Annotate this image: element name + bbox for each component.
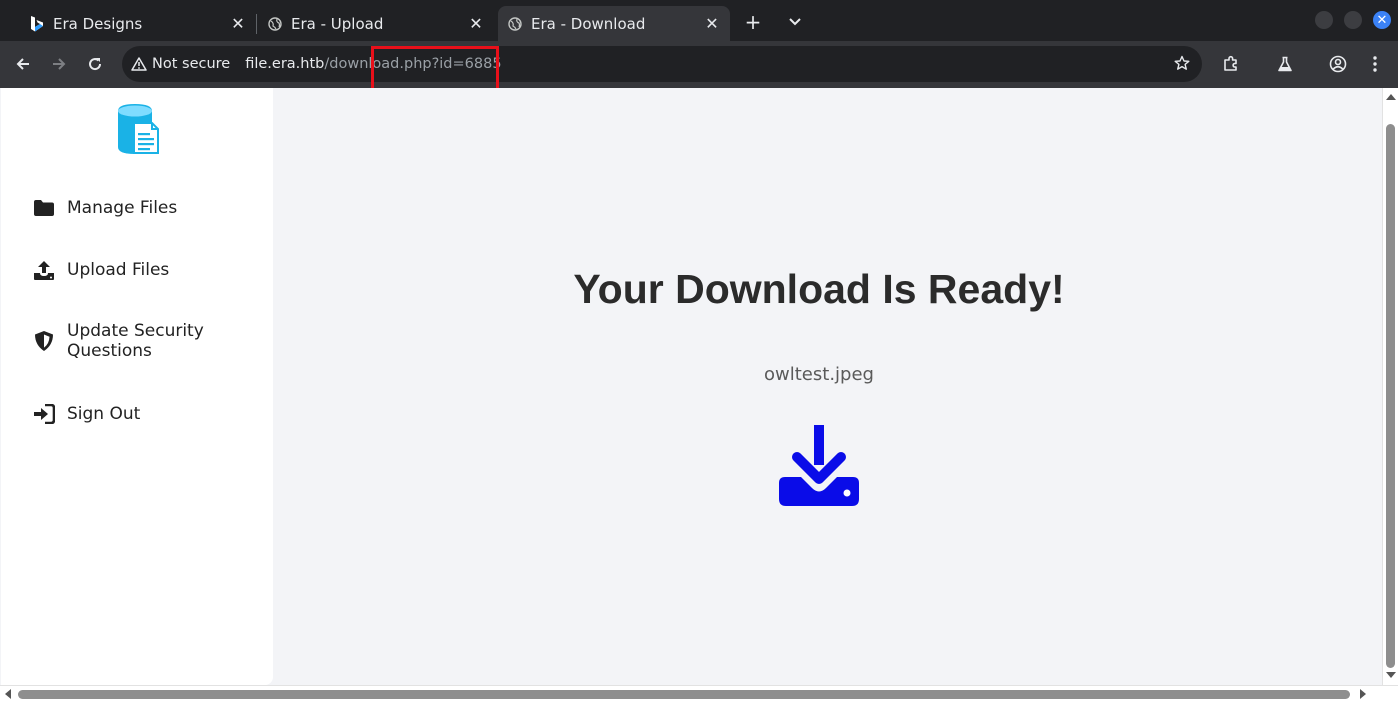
sidebar-item-label: Sign Out: [67, 404, 141, 424]
forward-button[interactable]: [45, 50, 73, 78]
reload-icon: [89, 58, 102, 71]
new-tab-button[interactable]: +: [739, 8, 767, 36]
sidebar-item-label: Upload Files: [67, 260, 170, 280]
extensions-button[interactable]: [1217, 50, 1245, 78]
tab-era-upload[interactable]: Era - Upload ✕: [246, 6, 494, 41]
warning-icon: [131, 57, 147, 71]
file-name: owltest.jpeg: [764, 364, 874, 385]
arrow-right-icon: [53, 58, 66, 70]
scroll-right-icon[interactable]: [1360, 689, 1366, 699]
globe-icon: [507, 16, 523, 32]
horizontal-scrollbar[interactable]: [0, 685, 1398, 702]
download-icon[interactable]: [778, 425, 860, 507]
sidebar-item-label: Update Security Questions: [67, 321, 204, 361]
file-storage-logo-icon: [116, 103, 160, 155]
sidebar-item-sign-out[interactable]: Sign Out: [33, 403, 140, 425]
address-bar[interactable]: Not secure file.era.htb/download.php?id=…: [122, 46, 1202, 82]
window-close-button[interactable]: ✕: [1373, 11, 1391, 29]
security-chip[interactable]: Not secure: [131, 56, 230, 72]
arrow-left-icon: [16, 58, 29, 70]
scrollbar-thumb[interactable]: [1386, 124, 1395, 668]
browser-toolbar: Not secure file.era.htb/download.php?id=…: [0, 41, 1398, 88]
close-icon[interactable]: ✕: [468, 14, 484, 33]
url-host: file.era.htb: [245, 56, 325, 72]
scrollbar-thumb[interactable]: [18, 690, 1350, 699]
tab-era-designs[interactable]: Era Designs ✕: [8, 6, 256, 41]
sign-out-icon: [33, 403, 55, 425]
flask-icon: [1278, 56, 1292, 72]
shield-icon: [33, 330, 55, 352]
back-button[interactable]: [9, 50, 37, 78]
sidebar-item-upload-files[interactable]: Upload Files: [33, 259, 169, 281]
tab-title: Era - Upload: [291, 14, 384, 33]
profile-button[interactable]: [1324, 50, 1352, 78]
vertical-scrollbar[interactable]: [1382, 88, 1398, 685]
labs-button[interactable]: [1271, 50, 1299, 78]
bing-icon: [29, 15, 45, 32]
minimize-button[interactable]: [1315, 11, 1333, 29]
bookmark-star-icon[interactable]: [1174, 55, 1190, 75]
folder-icon: [33, 197, 55, 219]
sidebar-item-manage-files[interactable]: Manage Files: [33, 197, 177, 219]
scroll-down-icon[interactable]: [1386, 672, 1396, 678]
close-icon[interactable]: ✕: [704, 14, 720, 33]
tab-search-button[interactable]: [781, 8, 809, 36]
tab-era-download[interactable]: Era - Download ✕: [498, 6, 730, 41]
globe-icon: [267, 16, 283, 32]
upload-icon: [33, 259, 55, 281]
security-label: Not secure: [152, 56, 231, 72]
maximize-button[interactable]: [1344, 11, 1362, 29]
account-icon: [1329, 55, 1347, 73]
page-title: Your Download Is Ready!: [573, 266, 1065, 312]
reload-button[interactable]: [81, 50, 109, 78]
page-viewport: Manage Files Upload Files Update Securit…: [0, 88, 1398, 702]
close-icon[interactable]: ✕: [230, 14, 246, 33]
scroll-left-icon[interactable]: [5, 689, 11, 699]
puzzle-icon: [1224, 55, 1237, 71]
more-vert-icon: [1373, 56, 1377, 72]
sidebar-item-update-security-questions[interactable]: Update Security Questions: [33, 321, 233, 361]
tab-title: Era Designs: [53, 14, 143, 33]
main-content: Your Download Is Ready! owltest.jpeg: [274, 88, 1382, 685]
scroll-up-icon[interactable]: [1386, 94, 1396, 100]
sidebar-item-label: Manage Files: [67, 198, 178, 218]
tab-strip: Era Designs ✕ Era - Upload ✕ Era - Downl…: [0, 0, 1398, 41]
menu-button[interactable]: [1361, 50, 1389, 78]
tab-title: Era - Download: [531, 14, 646, 33]
sidebar: Manage Files Upload Files Update Securit…: [1, 88, 273, 685]
